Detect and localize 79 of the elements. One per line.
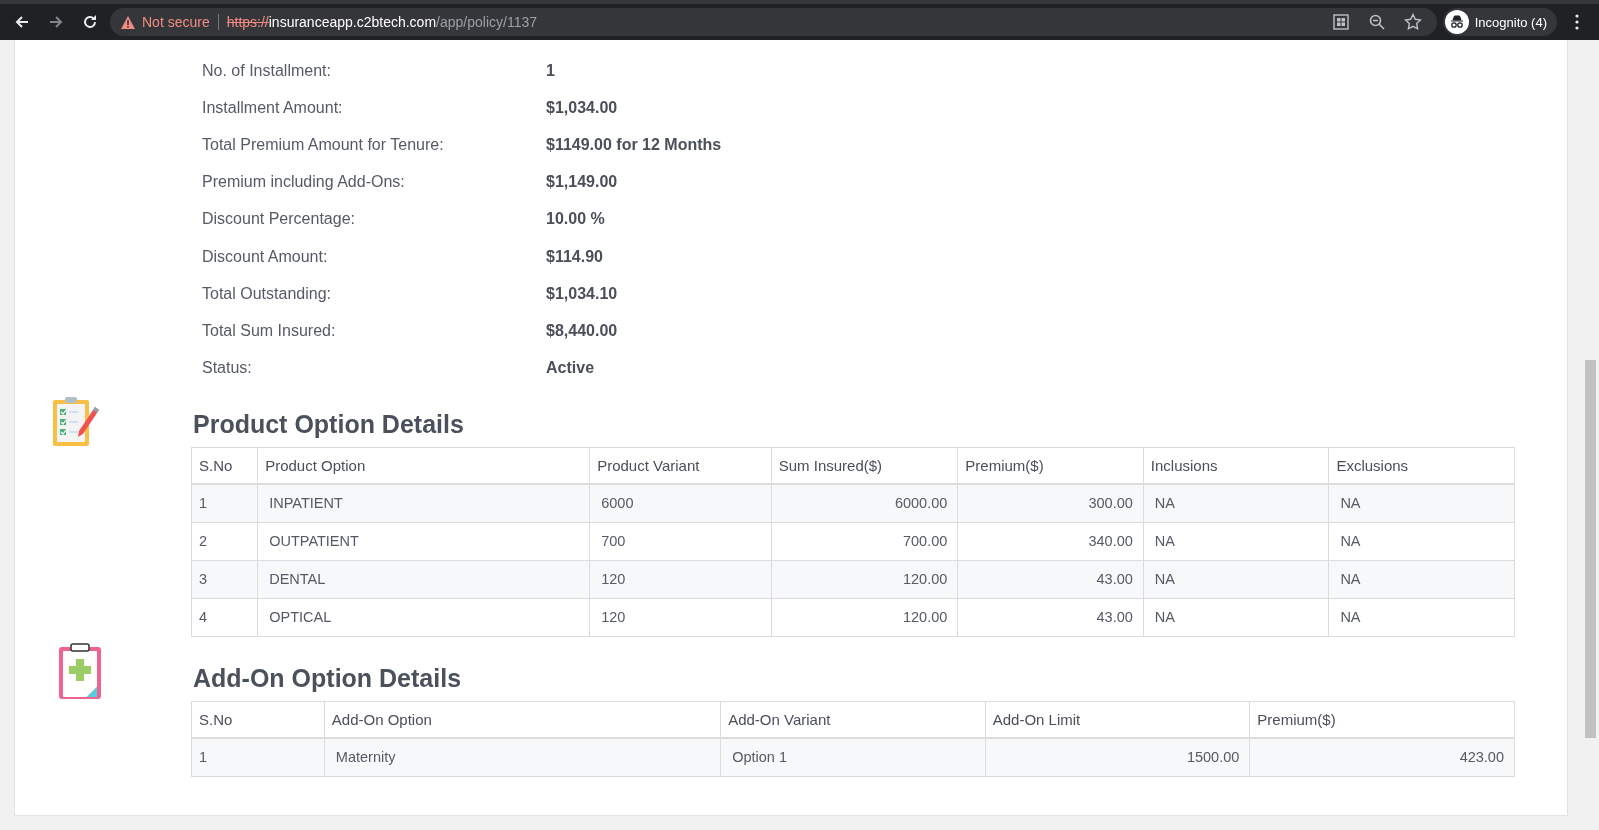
table-cell: 43.00 bbox=[957, 598, 1144, 637]
table-cell: 6000.00 bbox=[771, 483, 958, 523]
zoom-out-icon bbox=[1367, 13, 1386, 31]
column-header: Exclusions bbox=[1328, 447, 1515, 484]
table-cell: NA bbox=[1143, 522, 1329, 561]
warning-icon bbox=[120, 14, 136, 30]
column-header: Sum Insured($) bbox=[771, 447, 958, 484]
address-bar[interactable]: Not secure https://insuranceapp.c2btech.com/app/policy/1137 bbox=[110, 8, 1437, 36]
table-cell: 4 bbox=[191, 598, 258, 637]
table-cell: 120 bbox=[589, 560, 772, 599]
reload-icon bbox=[81, 13, 99, 31]
table-cell: INPATIENT bbox=[257, 483, 590, 523]
detail-label: Premium including Add-Ons: bbox=[201, 173, 406, 192]
table-cell: NA bbox=[1328, 483, 1515, 523]
column-header: S.No bbox=[191, 447, 258, 484]
detail-value: Active bbox=[546, 359, 595, 378]
table-cell: 340.00 bbox=[957, 522, 1144, 561]
detail-label: Total Sum Insured: bbox=[201, 321, 337, 340]
detail-value: $114.90 bbox=[546, 247, 603, 266]
column-header: Add-On Option bbox=[324, 701, 721, 738]
detail-label: Total Premium Amount for Tenure: bbox=[201, 135, 445, 154]
detail-label: Total Outstanding: bbox=[201, 284, 332, 303]
column-header: Premium($) bbox=[957, 447, 1144, 484]
table-cell: NA bbox=[1328, 560, 1515, 599]
column-header: Add-On Limit bbox=[985, 701, 1250, 738]
table-cell: DENTAL bbox=[257, 560, 590, 599]
table-cell: Option 1 bbox=[720, 737, 986, 777]
column-header: Add-On Variant bbox=[720, 701, 986, 738]
table-cell: 2 bbox=[191, 522, 258, 561]
table-cell: 700 bbox=[589, 522, 772, 561]
table-cell: 1500.00 bbox=[985, 737, 1250, 777]
detail-value: $1,034.00 bbox=[546, 98, 618, 117]
table-cell: 300.00 bbox=[957, 483, 1144, 523]
detail-label: No. of Installment: bbox=[201, 61, 332, 80]
table-cell: Maternity bbox=[324, 737, 721, 777]
detail-value: $1149.00 for 12 Months bbox=[546, 135, 722, 154]
incognito-profile-button[interactable]: Incognito (4) bbox=[1442, 8, 1557, 36]
section-heading: Add-On Option Details bbox=[192, 663, 463, 695]
table-cell: 700.00 bbox=[771, 522, 958, 561]
detail-label: Installment Amount: bbox=[201, 98, 344, 117]
more-menu-icon bbox=[1573, 13, 1581, 31]
grid-icon bbox=[1331, 13, 1350, 31]
table-cell: 120.00 bbox=[771, 560, 958, 599]
column-header: Inclusions bbox=[1143, 447, 1329, 484]
table-cell: NA bbox=[1143, 598, 1329, 637]
detail-label: Status: bbox=[201, 359, 253, 378]
url-text: https://insuranceapp.c2btech.com/app/policy/1137 bbox=[226, 14, 537, 30]
table-cell: 43.00 bbox=[957, 560, 1144, 599]
detail-value: $1,149.00 bbox=[546, 173, 618, 192]
not-secure-label: Not secure bbox=[142, 14, 210, 30]
detail-value: $8,440.00 bbox=[546, 321, 618, 340]
section-heading: Product Option Details bbox=[192, 409, 465, 441]
table-cell: 1 bbox=[191, 737, 325, 777]
table-cell: NA bbox=[1143, 483, 1329, 523]
column-header: Product Variant bbox=[589, 447, 772, 484]
checklist-clipboard-icon bbox=[51, 394, 101, 449]
detail-value: 1 bbox=[546, 61, 555, 80]
table-cell: 6000 bbox=[589, 483, 772, 523]
table-cell: NA bbox=[1328, 522, 1515, 561]
scrollbar-thumb[interactable] bbox=[1585, 360, 1596, 738]
table-cell: OUTPATIENT bbox=[257, 522, 590, 561]
medical-clipboard-icon bbox=[57, 642, 103, 701]
table-cell: 1 bbox=[191, 483, 258, 523]
table-cell: NA bbox=[1328, 598, 1515, 637]
table-cell: NA bbox=[1143, 560, 1329, 599]
star-icon bbox=[1403, 13, 1422, 31]
table-cell: 120 bbox=[589, 598, 772, 637]
detail-label: Discount Percentage: bbox=[201, 210, 356, 229]
table-cell: 120.00 bbox=[771, 598, 958, 637]
table-cell: OPTICAL bbox=[257, 598, 590, 637]
column-header: Premium($) bbox=[1249, 701, 1515, 738]
detail-label: Discount Amount: bbox=[201, 247, 329, 266]
table-cell: 423.00 bbox=[1249, 737, 1515, 777]
detail-value: 10.00 % bbox=[546, 210, 605, 229]
column-header: Product Option bbox=[257, 447, 590, 484]
incognito-icon bbox=[1444, 10, 1469, 34]
detail-value: $1,034.10 bbox=[546, 284, 618, 303]
table-cell: 3 bbox=[191, 560, 258, 599]
column-header: S.No bbox=[191, 701, 325, 738]
